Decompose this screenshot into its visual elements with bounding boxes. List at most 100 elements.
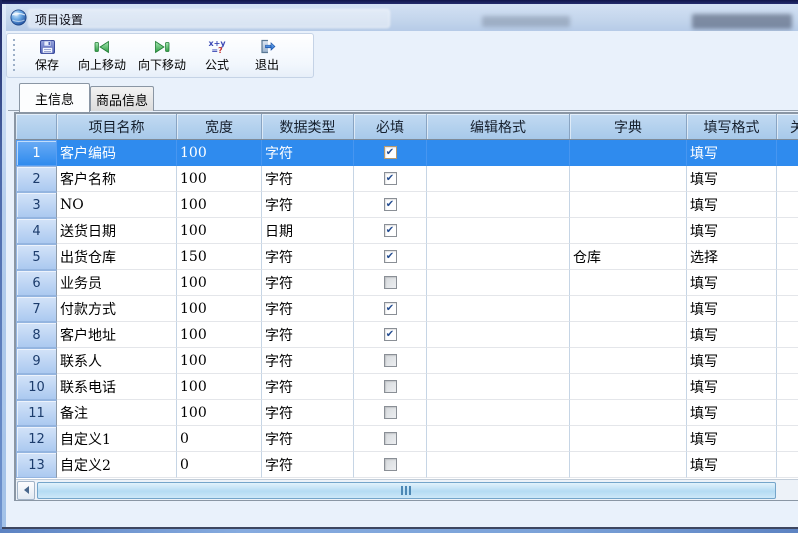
data-type-cell[interactable]: 字符 (262, 348, 354, 374)
data-type-cell[interactable]: 字符 (262, 400, 354, 426)
edit-format-cell[interactable] (427, 218, 570, 244)
column-header[interactable] (16, 114, 57, 139)
dictionary-cell[interactable] (570, 452, 687, 478)
fill-format-cell[interactable]: 填写 (687, 322, 777, 348)
width-cell[interactable]: 150 (177, 244, 262, 270)
width-cell[interactable]: 0 (177, 426, 262, 452)
required-checkbox[interactable] (384, 380, 397, 393)
required-cell[interactable] (354, 374, 427, 400)
data-type-cell[interactable]: 字符 (262, 166, 354, 192)
dictionary-cell[interactable] (570, 218, 687, 244)
overflow-cell[interactable] (777, 400, 798, 426)
move-down-button[interactable]: 向下移动 (132, 36, 192, 76)
edit-format-cell[interactable] (427, 244, 570, 270)
horizontal-scrollbar[interactable] (16, 479, 798, 500)
fill-format-cell[interactable]: 填写 (687, 348, 777, 374)
item-name-cell[interactable]: 备注 (57, 400, 177, 426)
table-row[interactable]: 12自定义10字符填写 (16, 426, 798, 452)
table-row[interactable]: 10联系电话100字符填写 (16, 374, 798, 400)
required-cell[interactable] (354, 140, 427, 166)
formula-button[interactable]: x+y =? 公式 (192, 36, 242, 76)
column-header[interactable]: 字典 (570, 114, 687, 139)
required-checkbox[interactable] (384, 224, 397, 237)
fill-format-cell[interactable]: 填写 (687, 218, 777, 244)
fill-format-cell[interactable]: 填写 (687, 452, 777, 478)
required-checkbox[interactable] (384, 276, 397, 289)
edit-format-cell[interactable] (427, 140, 570, 166)
fill-format-cell[interactable]: 填写 (687, 426, 777, 452)
required-cell[interactable] (354, 192, 427, 218)
data-type-cell[interactable]: 字符 (262, 426, 354, 452)
data-type-cell[interactable]: 字符 (262, 140, 354, 166)
data-type-cell[interactable]: 字符 (262, 322, 354, 348)
tab-product-info[interactable]: 商品信息 (90, 86, 154, 111)
dictionary-cell[interactable] (570, 270, 687, 296)
row-number-cell[interactable]: 1 (16, 140, 57, 166)
data-type-cell[interactable]: 字符 (262, 452, 354, 478)
row-number-cell[interactable]: 13 (16, 452, 57, 478)
data-type-cell[interactable]: 日期 (262, 218, 354, 244)
item-name-cell[interactable]: 付款方式 (57, 296, 177, 322)
required-checkbox[interactable] (384, 354, 397, 367)
scrollbar-thumb[interactable] (37, 482, 776, 499)
width-cell[interactable]: 100 (177, 374, 262, 400)
fill-format-cell[interactable]: 填写 (687, 270, 777, 296)
required-cell[interactable] (354, 296, 427, 322)
item-name-cell[interactable]: NO (57, 192, 177, 218)
data-type-cell[interactable]: 字符 (262, 244, 354, 270)
fill-format-cell[interactable]: 填写 (687, 374, 777, 400)
column-header[interactable]: 数据类型 (262, 114, 354, 139)
dictionary-cell[interactable] (570, 192, 687, 218)
save-button[interactable]: 保存 (22, 36, 72, 76)
overflow-cell[interactable] (777, 348, 798, 374)
item-name-cell[interactable]: 联系电话 (57, 374, 177, 400)
width-cell[interactable]: 100 (177, 218, 262, 244)
required-checkbox[interactable] (384, 432, 397, 445)
item-name-cell[interactable]: 客户地址 (57, 322, 177, 348)
dictionary-cell[interactable] (570, 296, 687, 322)
required-checkbox[interactable] (384, 328, 397, 341)
edit-format-cell[interactable] (427, 452, 570, 478)
fill-format-cell[interactable]: 填写 (687, 192, 777, 218)
dictionary-cell[interactable] (570, 400, 687, 426)
row-number-cell[interactable]: 8 (16, 322, 57, 348)
overflow-cell[interactable] (777, 322, 798, 348)
overflow-cell[interactable] (777, 270, 798, 296)
overflow-cell[interactable] (777, 452, 798, 478)
dictionary-cell[interactable] (570, 322, 687, 348)
item-name-cell[interactable]: 客户名称 (57, 166, 177, 192)
item-name-cell[interactable]: 送货日期 (57, 218, 177, 244)
required-checkbox[interactable] (384, 458, 397, 471)
overflow-cell[interactable] (777, 218, 798, 244)
overflow-cell[interactable] (777, 166, 798, 192)
table-row[interactable]: 11备注100字符填写 (16, 400, 798, 426)
table-row[interactable]: 1客户编码100字符填写 (16, 140, 798, 166)
required-checkbox[interactable] (384, 250, 397, 263)
required-checkbox[interactable] (384, 406, 397, 419)
overflow-cell[interactable] (777, 296, 798, 322)
required-checkbox[interactable] (384, 198, 397, 211)
row-number-cell[interactable]: 11 (16, 400, 57, 426)
tab-main-info[interactable]: 主信息 (19, 83, 90, 112)
overflow-cell[interactable] (777, 426, 798, 452)
table-row[interactable]: 3NO100字符填写 (16, 192, 798, 218)
width-cell[interactable]: 100 (177, 166, 262, 192)
move-up-button[interactable]: 向上移动 (72, 36, 132, 76)
row-number-cell[interactable]: 3 (16, 192, 57, 218)
dictionary-cell[interactable] (570, 166, 687, 192)
required-cell[interactable] (354, 270, 427, 296)
edit-format-cell[interactable] (427, 348, 570, 374)
required-cell[interactable] (354, 426, 427, 452)
width-cell[interactable]: 100 (177, 140, 262, 166)
required-cell[interactable] (354, 400, 427, 426)
row-number-cell[interactable]: 12 (16, 426, 57, 452)
scroll-left-button[interactable] (17, 481, 35, 500)
width-cell[interactable]: 100 (177, 192, 262, 218)
table-row[interactable]: 8客户地址100字符填写 (16, 322, 798, 348)
edit-format-cell[interactable] (427, 426, 570, 452)
row-number-cell[interactable]: 5 (16, 244, 57, 270)
row-number-cell[interactable]: 10 (16, 374, 57, 400)
column-header[interactable]: 关 (777, 114, 798, 139)
edit-format-cell[interactable] (427, 400, 570, 426)
width-cell[interactable]: 100 (177, 348, 262, 374)
